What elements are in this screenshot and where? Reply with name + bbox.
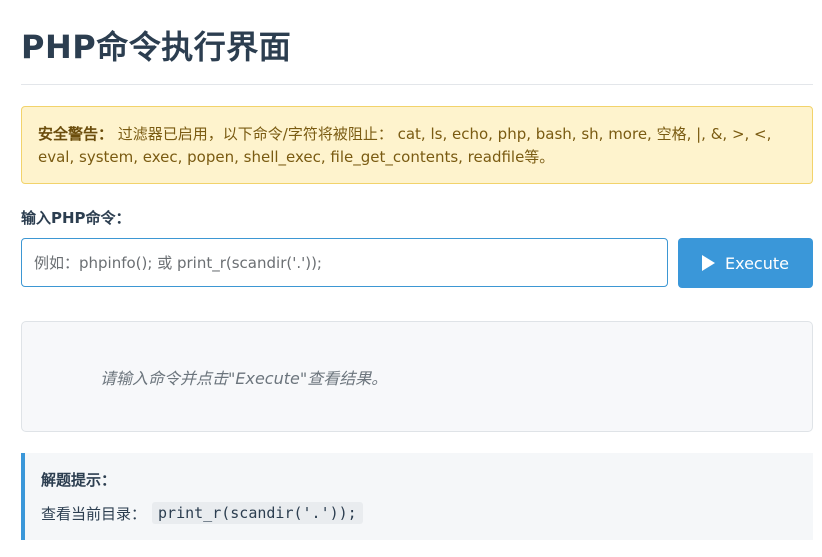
hint-line: 查看当前目录： print_r(scandir('.')); <box>41 502 813 524</box>
command-input-label: 输入PHP命令： <box>21 209 131 227</box>
title-divider <box>21 84 813 85</box>
hint-code: print_r(scandir('.')); <box>152 502 363 524</box>
security-warning-box: 安全警告： 过滤器已启用，以下命令/字符将被阻止： cat, ls, echo,… <box>21 106 813 184</box>
command-input-row: Execute <box>21 238 813 288</box>
page: PHP命令执行界面 安全警告： 过滤器已启用，以下命令/字符将被阻止： cat,… <box>0 0 822 557</box>
execute-button-label: Execute <box>725 253 789 273</box>
hint-box: 解题提示： 查看当前目录： print_r(scandir('.')); <box>21 453 813 540</box>
page-title: PHP命令执行界面 <box>21 28 292 66</box>
hint-title: 解题提示： <box>41 471 117 489</box>
hint-label: 查看当前目录： <box>41 504 147 523</box>
warning-text: 过滤器已启用，以下命令/字符将被阻止： cat, ls, echo, php, … <box>38 125 772 166</box>
command-input[interactable] <box>21 238 668 287</box>
warning-label: 安全警告： <box>38 125 114 143</box>
result-placeholder: 请输入命令并点击"Execute"查看结果。 <box>100 368 388 388</box>
play-icon <box>702 255 715 271</box>
execute-button[interactable]: Execute <box>678 238 813 288</box>
result-output-box: 请输入命令并点击"Execute"查看结果。 <box>21 321 813 432</box>
